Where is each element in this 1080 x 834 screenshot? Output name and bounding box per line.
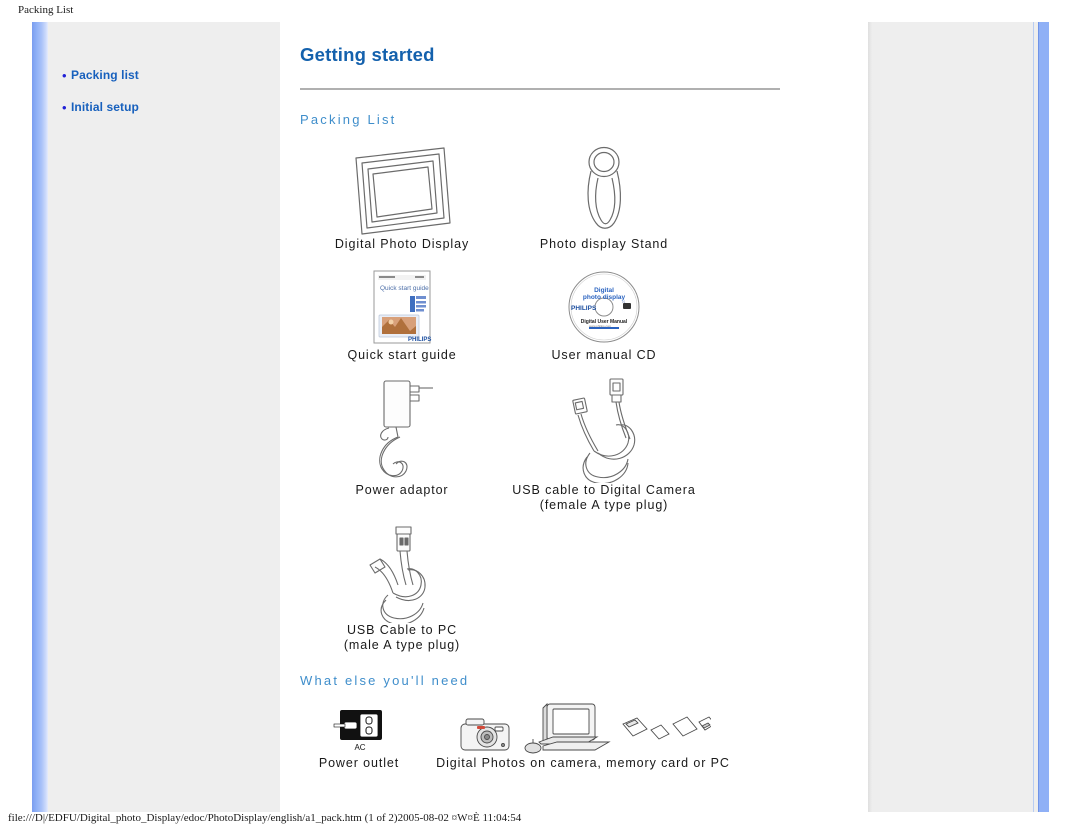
packing-item-caption: Photo display Stand: [539, 237, 669, 251]
need-item-digital-photos: Digital Photos on camera, memory card or…: [418, 702, 748, 771]
svg-text:Quick start guide: Quick start guide: [380, 285, 429, 292]
cd-title-line2: photo display: [583, 294, 626, 301]
document-page: • Packing list • Initial setup Getting s…: [32, 22, 1049, 812]
cd-title-line1: Digital: [594, 287, 614, 294]
svg-text:www.philips.com: www.philips.com: [589, 324, 612, 328]
packing-item-caption-line1: USB cable to Digital Camera: [512, 483, 696, 497]
left-blue-rail: [32, 22, 48, 812]
cd-disc-icon: Digital photo display v1 PHILIPS Digital…: [565, 266, 643, 344]
packing-item-caption: Quick start guide: [347, 348, 457, 362]
sidebar-item-initial-setup[interactable]: • Initial setup: [62, 100, 262, 115]
packing-item-caption-line1: USB Cable to PC: [346, 623, 458, 637]
packing-item-caption: Digital Photo Display: [334, 237, 470, 251]
sidebar-panel: • Packing list • Initial setup: [48, 22, 280, 812]
packing-item-usb-cable-camera: USB cable to Digital Camera (female A ty…: [504, 377, 704, 513]
title-divider: [300, 88, 780, 90]
cd-brand: PHILIPS: [571, 305, 597, 312]
print-header-title: Packing List: [18, 4, 74, 16]
sidebar-item-packing-list[interactable]: • Packing list: [62, 68, 262, 83]
usb-cable-camera-icon: [554, 377, 654, 483]
packing-item-usb-cable-pc: USB Cable to PC (male A type plug): [300, 525, 504, 653]
packing-row-4: USB Cable to PC (male A type plug): [300, 525, 800, 653]
need-row: AC Power outlet Digital Photos on camera…: [300, 702, 800, 771]
packing-item-caption-line2: (male A type plug): [343, 638, 461, 652]
photo-frame-icon: [346, 145, 458, 237]
sidebar-item-label: Packing list: [71, 68, 139, 82]
packing-item-display-stand: Photo display Stand: [504, 145, 704, 252]
bullet-icon: •: [62, 100, 67, 115]
right-panel-edge: [868, 22, 872, 812]
packing-row-1: Digital Photo Display Photo display Stan…: [300, 145, 800, 252]
packing-row-2: Quick start guide PHILIPS Quick start gu…: [300, 266, 800, 363]
power-outlet-badge: AC: [354, 743, 365, 752]
packing-item-user-manual-cd: Digital photo display v1 PHILIPS Digital…: [504, 266, 704, 363]
packing-item-caption: User manual CD: [551, 348, 657, 362]
bullet-icon: •: [62, 68, 67, 83]
sidebar-item-label: Initial setup: [71, 100, 139, 114]
power-outlet-icon: AC: [331, 706, 387, 754]
power-adaptor-icon: [354, 377, 450, 483]
right-divider: [1033, 22, 1034, 812]
usb-cable-pc-icon: [356, 525, 448, 623]
content-column: Getting started Packing List Digital Pho…: [300, 44, 800, 771]
right-blue-rail: [1038, 22, 1049, 812]
need-item-caption: Power outlet: [318, 756, 400, 770]
packing-item-photo-display: Digital Photo Display: [300, 145, 504, 252]
page-title: Getting started: [300, 44, 435, 65]
booklet-icon: Quick start guide PHILIPS: [371, 266, 433, 344]
main-content-panel: Getting started Packing List Digital Pho…: [280, 22, 868, 812]
need-item-power-outlet: AC Power outlet: [300, 706, 418, 771]
packing-item-quick-start-guide: Quick start guide PHILIPS Quick start gu…: [300, 266, 504, 363]
packing-row-3: Power adaptor USB cable to Digital Camer…: [300, 377, 800, 513]
packing-item-caption-line2: (female A type plug): [539, 498, 669, 512]
print-footer-path: file:///D|/EDFU/Digital_photo_Display/ed…: [8, 812, 522, 824]
booklet-brand: PHILIPS: [408, 337, 431, 343]
packing-item-caption: Power adaptor: [355, 483, 449, 497]
sidebar-menu: • Packing list • Initial setup: [62, 68, 262, 132]
packing-item-power-adaptor: Power adaptor: [300, 377, 504, 513]
section-heading-packing-list: Packing List: [300, 112, 397, 127]
display-stand-icon: [574, 145, 634, 237]
section-heading-what-else: What else you'll need: [300, 673, 470, 688]
need-item-caption: Digital Photos on camera, memory card or…: [436, 756, 730, 770]
camera-pc-cards-icon: [455, 702, 711, 754]
right-panel: [868, 22, 1039, 812]
